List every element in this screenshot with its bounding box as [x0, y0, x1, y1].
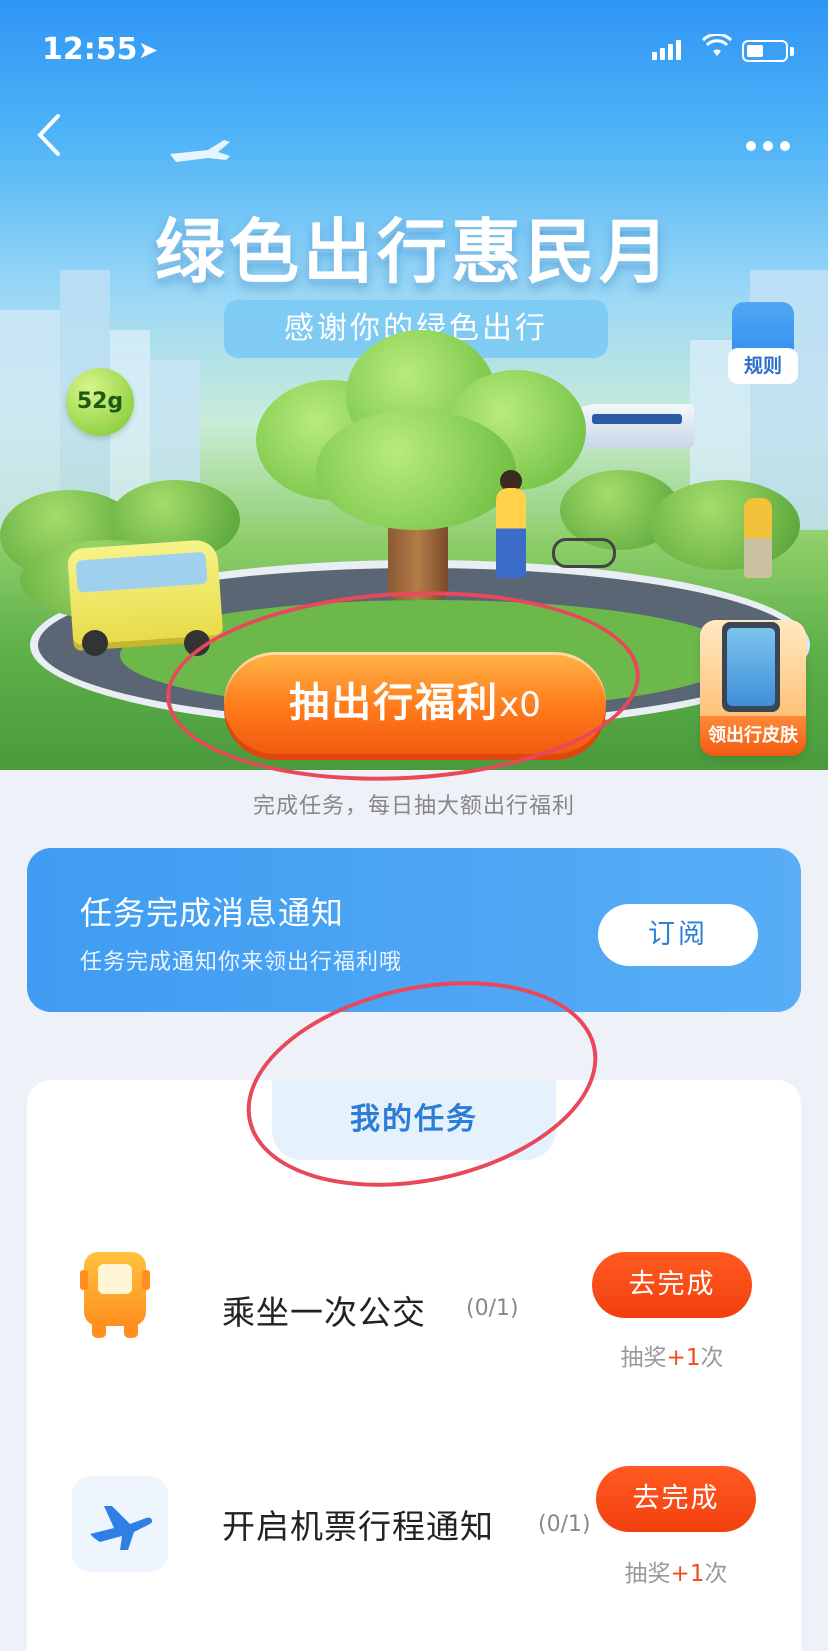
bus-icon: [80, 1252, 150, 1338]
task-name: 开启机票行程通知: [222, 1507, 494, 1546]
bus-wheel-decor: [82, 630, 108, 656]
subscribe-button[interactable]: 订阅: [598, 904, 758, 966]
cellular-signal-icon: [652, 40, 681, 60]
notification-title: 任务完成消息通知: [80, 894, 345, 932]
task-progress: (0/1): [538, 1512, 591, 1537]
bus-decor: [66, 538, 224, 646]
task-reward: 抽奖+1次: [620, 1345, 724, 1371]
back-button[interactable]: [34, 112, 74, 162]
status-bar: 12:55 ➤: [0, 0, 828, 100]
phone-skin-icon: [722, 622, 780, 712]
airplane-icon: [72, 1476, 168, 1572]
battery-tip: [790, 47, 794, 56]
bicycle-decor: [552, 538, 616, 568]
more-menu-button[interactable]: [745, 126, 791, 159]
hero-title: 绿色出行惠民月: [155, 211, 673, 293]
notification-description: 任务完成通知你来领出行福利哦: [80, 950, 403, 975]
person-decor: [496, 488, 526, 578]
chevron-left-icon: [37, 114, 60, 156]
task-progress: (0/1): [466, 1296, 519, 1321]
task-name: 乘坐一次公交: [222, 1293, 426, 1332]
status-time: 12:55: [42, 32, 138, 67]
claim-skin-label[interactable]: 领出行皮肤: [700, 716, 806, 756]
airplane-decor-icon: [168, 136, 232, 172]
co2-saved-badge[interactable]: 52g: [66, 368, 134, 436]
go-complete-button[interactable]: 去完成: [592, 1252, 752, 1318]
rules-button[interactable]: 规则: [728, 348, 798, 384]
wifi-icon: [701, 32, 733, 65]
task-reward: 抽奖+1次: [624, 1561, 728, 1587]
battery-icon: [742, 40, 788, 62]
hero-caption: 完成任务，每日抽大额出行福利: [252, 794, 575, 819]
walker-decor: [744, 498, 772, 578]
tree-crown-decor: [216, 330, 596, 530]
go-complete-button[interactable]: 去完成: [596, 1466, 756, 1532]
location-arrow-icon: ➤: [138, 36, 159, 64]
more-dots-icon: [746, 141, 790, 151]
